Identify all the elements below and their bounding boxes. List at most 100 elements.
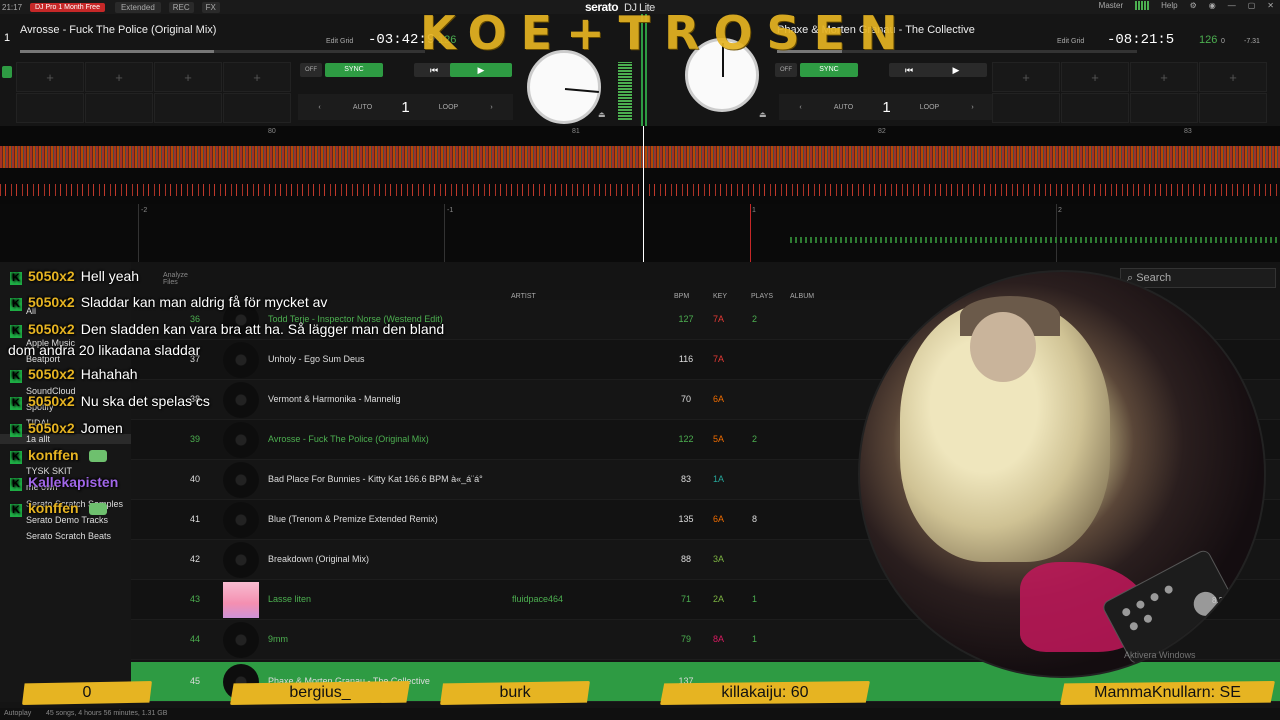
overview-marker: -2 xyxy=(141,207,148,214)
search-input[interactable]: ⌕ Search xyxy=(1120,268,1276,288)
master-label: Master xyxy=(1098,1,1124,10)
row-plays: 8 xyxy=(752,514,758,524)
chat-message: K 5050x2 Jomen xyxy=(10,420,123,437)
hotcue-pad[interactable]: + xyxy=(223,62,291,92)
hotcue-pad[interactable] xyxy=(1130,93,1198,123)
sync-button[interactable]: SYNC xyxy=(800,63,858,77)
donation-ticker: 0 bergius_ burk killakaiju: 60 MammaKnul… xyxy=(0,681,1280,707)
cue-button[interactable]: ⏮ xyxy=(889,63,929,77)
loop-button[interactable]: LOOP xyxy=(427,104,470,111)
row-title: Lasse liten xyxy=(268,594,312,604)
sync-button[interactable]: SYNC xyxy=(325,63,383,77)
cue-mode-toggle[interactable] xyxy=(2,66,12,78)
auto-loop-label[interactable]: AUTO xyxy=(822,104,865,111)
hotcue-pad[interactable] xyxy=(154,93,222,123)
hotcue-pad[interactable]: + xyxy=(85,62,153,92)
screen: 21:17 DJ Pro 1 Month Free Extended REC F… xyxy=(0,0,1280,720)
pitch-value: -7.31 xyxy=(1244,38,1260,45)
sync-off-button[interactable]: OFF xyxy=(300,63,322,77)
chat-message: K Kallekapisten xyxy=(10,474,124,491)
column-bpm[interactable]: BPM xyxy=(674,293,689,300)
loop-prev-icon[interactable]: ‹ xyxy=(779,104,822,111)
column-album[interactable]: ALBUM xyxy=(790,293,814,300)
vu-meter xyxy=(618,62,632,120)
hotcue-pad[interactable]: + xyxy=(1130,62,1198,92)
track-progress[interactable] xyxy=(20,50,425,53)
user-icon[interactable]: ◉ xyxy=(1209,1,1216,10)
overview-marker: 1 xyxy=(752,207,756,214)
row-bpm: 127 xyxy=(678,314,694,324)
jog-platter[interactable] xyxy=(527,50,601,124)
play-button[interactable]: ▶ xyxy=(925,63,987,77)
edit-grid-button[interactable]: Edit Grid xyxy=(1057,38,1084,45)
auto-loop-label[interactable]: AUTO xyxy=(341,104,384,111)
side-id-text: 8.2287; id=d5 xyxy=(1212,596,1261,605)
ticker-item: burk xyxy=(440,681,590,705)
hotcue-pad[interactable]: + xyxy=(1061,62,1129,92)
hotcue-pad[interactable] xyxy=(16,93,84,123)
top-right-controls: Master Help ⚙ ◉ — ▢ ✕ xyxy=(1099,1,1274,10)
row-key: 7A xyxy=(713,354,725,364)
row-key: 8A xyxy=(713,634,725,644)
hotcue-pad[interactable]: + xyxy=(16,62,84,92)
cue-marker xyxy=(750,204,751,262)
fx-button[interactable]: FX xyxy=(201,1,220,13)
help-menu[interactable]: Help xyxy=(1161,1,1177,10)
edit-grid-button[interactable]: Edit Grid xyxy=(326,38,353,45)
hotcue-pad[interactable]: + xyxy=(154,62,222,92)
waveform-deck-left[interactable] xyxy=(0,146,1280,168)
maximize-icon[interactable]: ▢ xyxy=(1248,1,1256,10)
row-key: 6A xyxy=(713,514,725,524)
beat-ruler: 80 81 82 83 xyxy=(0,126,1280,138)
sync-off-button[interactable]: OFF xyxy=(775,63,797,77)
ticker-item: 0 xyxy=(22,681,152,705)
row-bpm: 116 xyxy=(678,354,694,364)
play-button[interactable]: ▶ xyxy=(450,63,512,77)
hotcue-pad[interactable] xyxy=(223,93,291,123)
column-plays[interactable]: PLAYS xyxy=(751,293,773,300)
row-key: 7A xyxy=(713,314,725,324)
time-remaining: -08:21:5 xyxy=(1107,32,1175,48)
sidebar-item-scratch-beats[interactable]: Serato Scratch Beats xyxy=(26,531,111,541)
album-art xyxy=(223,542,259,578)
waveform-deck-right[interactable] xyxy=(0,184,1280,196)
loop-next-icon[interactable]: › xyxy=(470,104,513,111)
extended-button[interactable]: Extended xyxy=(114,1,161,13)
autoplay-toggle[interactable]: Autoplay xyxy=(4,710,31,717)
eject-icon[interactable]: ⏏ xyxy=(598,110,610,120)
loop-button[interactable]: LOOP xyxy=(908,104,951,111)
hotcue-pad[interactable] xyxy=(1199,93,1267,123)
row-bpm: 135 xyxy=(678,514,694,524)
overview-signal xyxy=(790,237,1280,243)
chat-message: K 5050x2 Hahahah xyxy=(10,366,138,383)
eject-icon[interactable]: ⏏ xyxy=(759,110,771,120)
row-bpm: 71 xyxy=(680,594,691,604)
hotcue-pad[interactable] xyxy=(992,93,1060,123)
row-bpm: 79 xyxy=(680,634,691,644)
hotcue-pad[interactable]: + xyxy=(992,62,1060,92)
library-summary: 45 songs, 4 hours 56 minutes, 1.31 GB xyxy=(46,710,168,717)
clock: 21:17 xyxy=(2,2,23,12)
loop-size: 1 xyxy=(401,98,410,116)
column-key[interactable]: KEY xyxy=(713,293,727,300)
hotcue-pad[interactable] xyxy=(85,93,153,123)
playhead xyxy=(643,126,644,262)
promo-button[interactable]: DJ Pro 1 Month Free xyxy=(30,2,105,12)
cue-button[interactable]: ⏮ xyxy=(414,63,454,77)
loop-prev-icon[interactable]: ‹ xyxy=(298,104,341,111)
rec-button[interactable]: REC xyxy=(168,1,194,13)
album-art xyxy=(223,622,259,658)
close-icon[interactable]: ✕ xyxy=(1267,1,1274,10)
loop-next-icon[interactable]: › xyxy=(951,104,994,111)
overview-marker: -1 xyxy=(447,207,454,214)
loop-size: 1 xyxy=(882,98,891,116)
beat-marker: 83 xyxy=(1184,128,1192,135)
track-overview[interactable]: -2 -1 1 2 xyxy=(0,204,1280,262)
overview-marker: 2 xyxy=(1058,207,1062,214)
hotcue-pad[interactable] xyxy=(1061,93,1129,123)
hotcue-pad[interactable]: + xyxy=(1199,62,1267,92)
minimize-icon[interactable]: — xyxy=(1228,1,1236,10)
stream-title-overlay: KOE+TROSEN xyxy=(420,6,912,60)
gear-icon[interactable]: ⚙ xyxy=(1190,1,1197,10)
row-plays: 1 xyxy=(752,594,758,604)
